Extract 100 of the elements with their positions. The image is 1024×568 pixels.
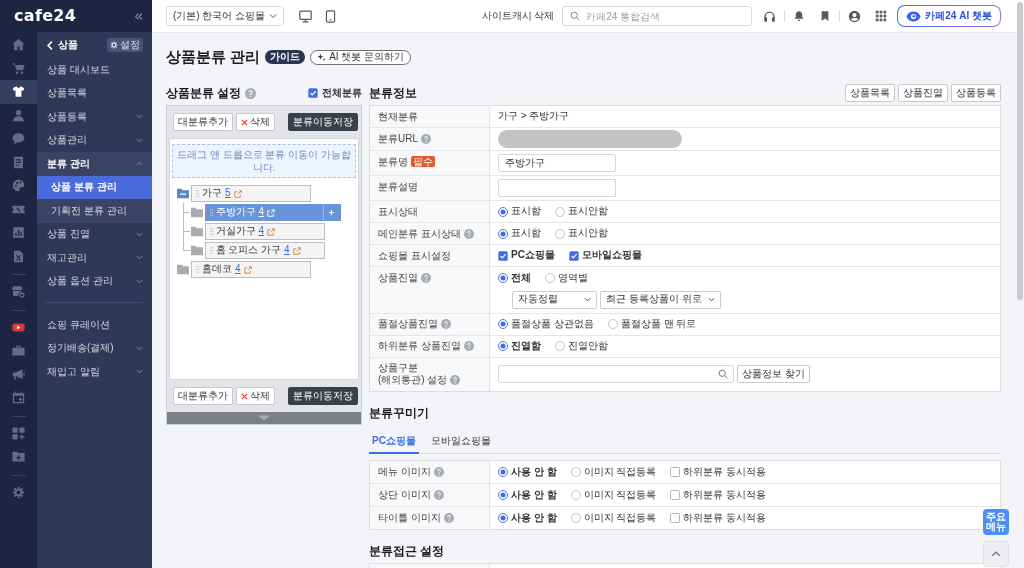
checkbox[interactable]: [498, 250, 508, 261]
count-link[interactable]: 4: [284, 244, 290, 257]
menu-item[interactable]: 상품등록: [37, 105, 152, 129]
folder-icon[interactable]: [190, 207, 203, 218]
menu-item[interactable]: 재고관리: [37, 246, 152, 270]
menu-item[interactable]: 상품 진열: [37, 222, 152, 246]
help-icon[interactable]: [245, 87, 257, 99]
help-icon[interactable]: [443, 513, 454, 523]
help-icon[interactable]: [441, 319, 451, 329]
radio-button[interactable]: [555, 228, 565, 239]
external-link-icon[interactable]: [233, 189, 242, 198]
folder-icon[interactable]: [190, 226, 203, 237]
menu-item[interactable]: 쇼핑 큐레이션: [37, 313, 152, 337]
back-link[interactable]: 상품: [47, 38, 78, 52]
radio-button[interactable]: [498, 341, 508, 351]
radio-button[interactable]: [607, 319, 618, 329]
action-button[interactable]: 상품목록: [845, 84, 895, 102]
search-field[interactable]: 카페24 통합검색: [562, 6, 753, 26]
menu-item[interactable]: 상품목록: [37, 81, 152, 105]
radio-button[interactable]: [555, 341, 565, 351]
external-link-icon[interactable]: [292, 246, 301, 255]
action-button[interactable]: 상품등록: [951, 84, 1001, 102]
help-icon[interactable]: [421, 133, 431, 144]
ai-chatbot-button[interactable]: 카페24 AI 챗봇: [897, 5, 1001, 27]
collapse-icon[interactable]: [134, 11, 143, 21]
radio-button[interactable]: [545, 273, 555, 284]
tab[interactable]: PC쇼핑몰: [369, 430, 419, 454]
menu-item[interactable]: 정기배송(결제): [37, 336, 152, 360]
checkbox[interactable]: [670, 467, 681, 477]
shop-select[interactable]: (기본) 한국어 쇼핑몰: [166, 6, 284, 26]
radio-button[interactable]: [498, 490, 508, 500]
text-input[interactable]: [498, 179, 616, 197]
bell-icon[interactable]: [793, 10, 806, 22]
category-node[interactable]: 홈 오피스 가구 4: [204, 242, 325, 259]
external-link-icon[interactable]: [267, 227, 276, 236]
help-icon[interactable]: [421, 272, 431, 283]
radio-button[interactable]: [498, 467, 508, 477]
category-node[interactable]: 홈데코 4: [191, 261, 311, 278]
dropdown-select[interactable]: 자동정렬: [512, 290, 597, 309]
count-link[interactable]: 4: [235, 263, 241, 276]
radio-button[interactable]: [498, 206, 508, 217]
option-label: 사용 안 함: [511, 511, 557, 525]
settings-button[interactable]: 설정: [107, 38, 143, 52]
grip-icon: [196, 266, 199, 273]
checkbox[interactable]: [670, 513, 681, 523]
radio-button[interactable]: [570, 513, 581, 523]
folder-icon[interactable]: [177, 264, 189, 275]
delete-button[interactable]: 삭제: [236, 387, 275, 405]
checkbox[interactable]: [670, 490, 681, 500]
cache-clear-link[interactable]: 사이트캐시 삭제: [481, 9, 555, 23]
dropdown-select[interactable]: 최근 등록상품이 위로: [600, 290, 721, 309]
monitor-icon[interactable]: [299, 9, 312, 23]
menu-item[interactable]: 기획전 분류 관리: [37, 199, 152, 223]
menu-item[interactable]: 상품 대시보드: [37, 58, 152, 82]
tablet-icon[interactable]: [324, 9, 337, 23]
add-category-button[interactable]: 대분류추가: [173, 113, 233, 131]
folder-icon[interactable]: [190, 245, 203, 256]
add-category-button[interactable]: 대분류추가: [173, 387, 233, 405]
find-product-info-button[interactable]: 상품정보 찾기: [737, 365, 810, 383]
help-icon[interactable]: [450, 375, 461, 385]
checkbox[interactable]: [308, 88, 318, 98]
tab[interactable]: 모바일쇼핑몰: [427, 430, 494, 454]
external-link-icon[interactable]: [243, 265, 252, 274]
help-icon[interactable]: [433, 490, 444, 500]
help-icon[interactable]: [463, 341, 474, 351]
save-order-button[interactable]: 분류이동저장: [288, 387, 358, 405]
menu-item[interactable]: 상품 옵션 관리: [37, 269, 152, 293]
count-link[interactable]: 4: [258, 225, 265, 238]
menu-item[interactable]: 재입고 알림: [37, 360, 152, 384]
category-node[interactable]: 가구 5: [191, 185, 311, 202]
text-input[interactable]: 주방가구: [498, 154, 616, 172]
radio-button[interactable]: [570, 467, 581, 477]
sidebar-nav-button[interactable]: [0, 80, 37, 104]
apps-grid-icon[interactable]: [875, 10, 888, 22]
headset-icon[interactable]: [763, 9, 777, 23]
delete-button[interactable]: 삭제: [236, 113, 275, 131]
menu-item[interactable]: 분류 관리: [37, 152, 152, 176]
radio-button[interactable]: [498, 228, 508, 239]
account-icon[interactable]: [848, 9, 862, 23]
radio-button[interactable]: [498, 319, 508, 329]
help-icon[interactable]: [463, 228, 474, 239]
field-label: 메뉴 이미지: [378, 466, 431, 477]
ai-chat-link[interactable]: AI 챗봇 문의하기: [310, 49, 412, 65]
radio-button[interactable]: [498, 273, 508, 284]
checkbox[interactable]: [568, 250, 579, 261]
action-button[interactable]: 상품진열: [898, 84, 948, 102]
search-input[interactable]: [498, 365, 734, 383]
radio-button[interactable]: [498, 513, 508, 523]
menu-item[interactable]: 상품관리: [37, 128, 152, 152]
category-node[interactable]: 거실가구 4: [204, 223, 325, 240]
radio-button[interactable]: [570, 490, 581, 500]
radio-button[interactable]: [555, 206, 565, 217]
folder-minus-icon[interactable]: [177, 188, 189, 199]
save-order-button[interactable]: 분류이동저장: [288, 113, 358, 131]
help-icon[interactable]: [433, 467, 444, 477]
count-link[interactable]: 5: [225, 187, 231, 200]
scrollbar-thumb[interactable]: [1017, 2, 1023, 300]
guide-badge[interactable]: 가이드: [265, 50, 306, 64]
scroll-top-button[interactable]: [983, 541, 1009, 567]
menu-item[interactable]: 상품 분류 관리: [37, 175, 152, 199]
